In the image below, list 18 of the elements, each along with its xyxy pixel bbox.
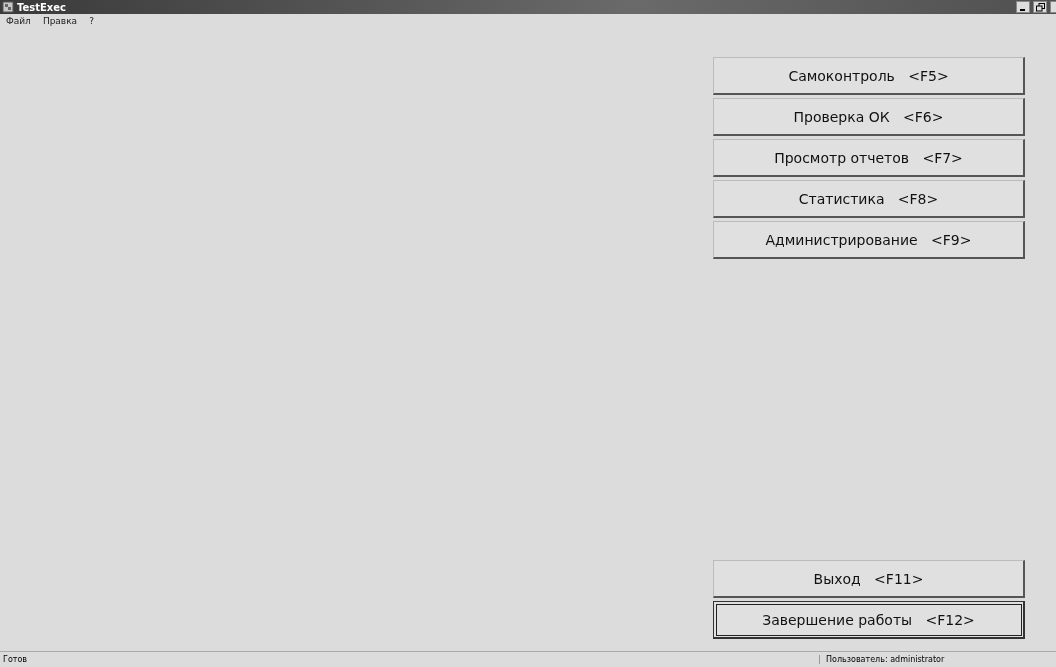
menu-item[interactable]: ? [89, 15, 94, 26]
menu-button[interactable]: Просмотр отчетов <F7> [713, 139, 1025, 177]
restore-button[interactable] [1033, 1, 1047, 13]
window-title: TestExec [17, 1, 66, 13]
menu-button[interactable]: Завершение работы <F12> [713, 601, 1025, 639]
minimize-button[interactable] [1016, 1, 1030, 13]
status-user: Пользователь: administrator [819, 655, 1056, 664]
restore-icon [1035, 2, 1045, 12]
menu-button[interactable]: Проверка ОК <F6> [713, 98, 1025, 136]
menu-button[interactable]: Самоконтроль <F5> [713, 57, 1025, 95]
status-message: Готов [2, 655, 29, 664]
menu-item[interactable]: Правка [42, 15, 78, 26]
menu-button[interactable]: Статистика <F8> [713, 180, 1025, 218]
menu-button[interactable]: Выход <F11> [713, 560, 1025, 598]
close-button[interactable] [1050, 1, 1056, 13]
menu-item[interactable]: Файл [6, 15, 31, 26]
app-icon [2, 1, 14, 13]
menu-button[interactable]: Администрирование <F9> [713, 221, 1025, 259]
